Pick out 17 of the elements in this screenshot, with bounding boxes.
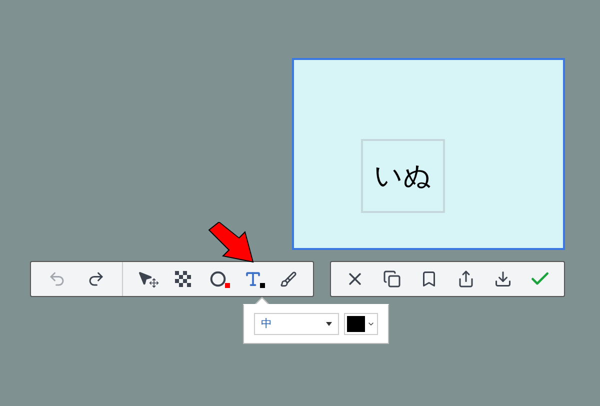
- circle-icon: [210, 271, 226, 287]
- share-icon: [456, 270, 475, 288]
- caret-icon: [367, 320, 375, 328]
- font-size-dropdown[interactable]: 中: [254, 313, 339, 335]
- text-icon: [244, 270, 262, 288]
- redo-icon: [87, 270, 105, 288]
- caret-icon: [326, 322, 332, 326]
- undo-icon: [48, 270, 66, 288]
- color-picker[interactable]: [344, 313, 378, 335]
- checkerboard-icon: [175, 271, 191, 287]
- brush-icon: [280, 270, 296, 288]
- pointer-move-icon: [137, 270, 159, 288]
- capture-area[interactable]: いぬ: [292, 58, 565, 250]
- download-icon: [494, 270, 512, 288]
- annotation-text: いぬ: [374, 158, 432, 194]
- copy-icon: [383, 270, 402, 288]
- text-box[interactable]: いぬ: [361, 139, 445, 213]
